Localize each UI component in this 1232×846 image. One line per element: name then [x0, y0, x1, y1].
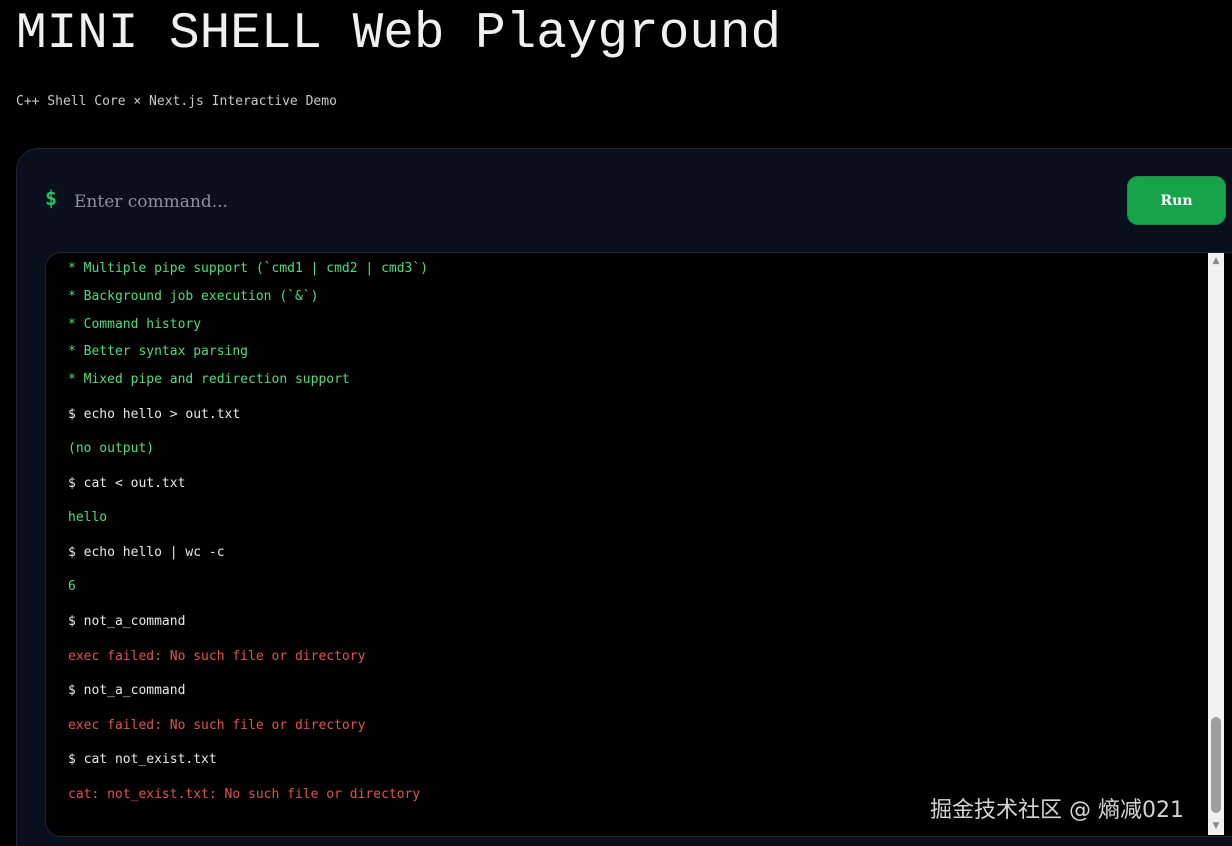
terminal-error-line: exec failed: No such file or directory [68, 649, 366, 664]
terminal-error-line: exec failed: No such file or directory [68, 718, 366, 733]
terminal-output-line: hello [68, 510, 108, 525]
terminal-info-line: * Better syntax parsing [68, 344, 249, 359]
terminal-info-line: * Background job execution (`&`) [68, 289, 319, 304]
terminal-command-line: $ not_a_command [68, 614, 186, 629]
prompt-dollar-icon: $ [45, 186, 58, 210]
page-title: MINI SHELL Web Playground [16, 6, 782, 63]
terminal-output: * Multiple pipe support (`cmd1 | cmd2 | … [45, 252, 1232, 837]
page: MINI SHELL Web Playground C++ Shell Core… [0, 0, 1232, 846]
scroll-down-arrow-icon[interactable]: ▼ [1208, 818, 1224, 835]
terminal-output-line: (no output) [68, 441, 155, 456]
page-subtitle: C++ Shell Core × Next.js Interactive Dem… [16, 94, 337, 109]
terminal-command-line: $ cat < out.txt [68, 476, 186, 491]
terminal-command-line: $ not_a_command [68, 683, 186, 698]
command-input[interactable] [72, 185, 1102, 219]
terminal-info-line: * Multiple pipe support (`cmd1 | cmd2 | … [68, 261, 429, 276]
terminal-command-line: $ echo hello > out.txt [68, 407, 241, 422]
run-button[interactable]: Run [1127, 176, 1226, 225]
terminal-info-line: * Command history [68, 317, 202, 332]
terminal-info-line: * Mixed pipe and redirection support [68, 372, 350, 387]
scroll-thumb[interactable] [1211, 717, 1221, 813]
terminal-command-line: $ echo hello | wc -c [68, 545, 225, 560]
scroll-up-arrow-icon[interactable]: ▲ [1208, 253, 1224, 270]
terminal-scrollbar[interactable]: ▲ ▼ [1208, 253, 1224, 835]
watermark: 掘金技术社区 @ 熵减021 [930, 798, 1184, 823]
terminal-output-line: 6 [68, 579, 76, 594]
terminal-error-line: cat: not_exist.txt: No such file or dire… [68, 787, 421, 802]
terminal-command-line: $ cat not_exist.txt [68, 752, 217, 767]
